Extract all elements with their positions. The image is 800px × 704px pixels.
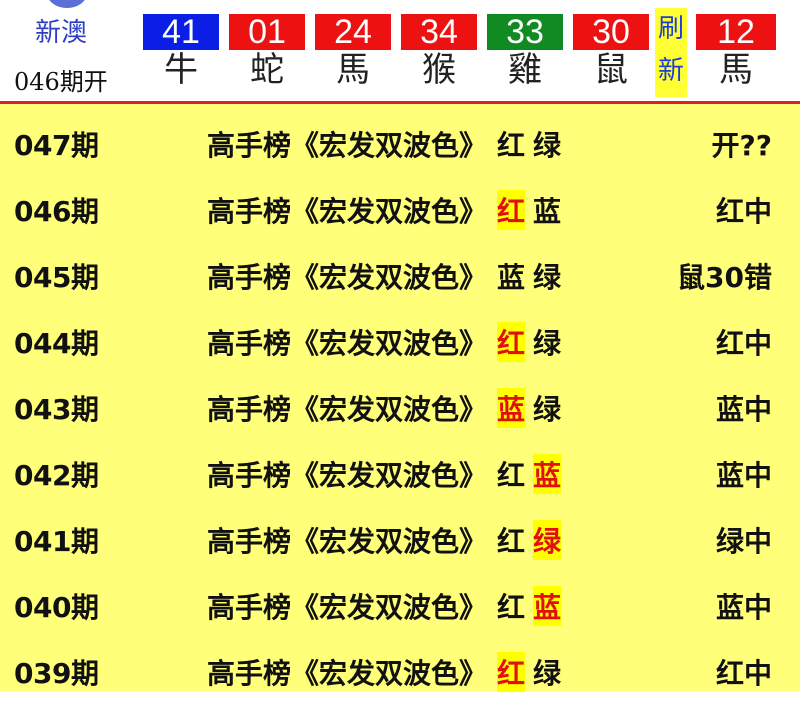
zodiac-2: 蛇 bbox=[250, 50, 284, 90]
pick-1-hit: 红 bbox=[497, 322, 526, 362]
pick-2-hit: 蓝 bbox=[533, 586, 562, 626]
prediction-list: 047期 高手榜《宏发双波色》 红 绿 开?? 046期 高手榜《宏发双波色》 … bbox=[0, 104, 800, 692]
ball-5: 33 bbox=[487, 14, 563, 50]
list-item: 047期 高手榜《宏发双波色》 红 绿 开?? bbox=[0, 110, 800, 176]
zodiac-special: 馬 bbox=[719, 50, 753, 90]
pick-1-hit: 红 bbox=[497, 190, 526, 230]
prediction-label: 高手榜《宏发双波色》 bbox=[207, 393, 488, 426]
pick-2-hit: 绿 bbox=[533, 520, 562, 560]
result: 红中 bbox=[715, 327, 772, 360]
list-item: 040期 高手榜《宏发双波色》 红 蓝 蓝中 bbox=[0, 572, 800, 638]
pick-2: 绿 bbox=[533, 261, 562, 294]
list-item: 044期 高手榜《宏发双波色》 红 绿 红中 bbox=[0, 308, 800, 374]
prediction-label: 高手榜《宏发双波色》 bbox=[207, 327, 488, 360]
pick-1: 蓝 bbox=[497, 261, 526, 294]
zodiac-1: 牛 bbox=[164, 50, 198, 90]
list-item: 042期 高手榜《宏发双波色》 红 蓝 蓝中 bbox=[0, 440, 800, 506]
zodiac-5: 雞 bbox=[508, 50, 542, 90]
zodiac-6: 鼠 bbox=[594, 50, 628, 90]
list-item: 045期 高手榜《宏发双波色》 蓝 绿 鼠30错 bbox=[0, 242, 800, 308]
pick-2: 绿 bbox=[533, 657, 562, 690]
ball-special: 12 bbox=[696, 14, 776, 50]
pick-2: 绿 bbox=[533, 129, 562, 162]
prediction-label: 高手榜《宏发双波色》 bbox=[207, 195, 488, 228]
period: 042期 bbox=[14, 459, 99, 492]
result: 蓝中 bbox=[715, 591, 772, 624]
pick-1-hit: 红 bbox=[497, 652, 526, 692]
zodiac-3: 馬 bbox=[336, 50, 370, 90]
ball-3: 24 bbox=[315, 14, 391, 50]
issue-label: 046期开 bbox=[14, 68, 108, 96]
result: 绿中 bbox=[715, 525, 772, 558]
result: 红中 bbox=[715, 195, 772, 228]
prediction-label: 高手榜《宏发双波色》 bbox=[207, 525, 488, 558]
period: 041期 bbox=[14, 525, 99, 558]
refresh-label-top: 刷 bbox=[657, 14, 684, 44]
ball-6: 30 bbox=[573, 14, 649, 50]
list-item: 046期 高手榜《宏发双波色》 红 蓝 红中 bbox=[0, 176, 800, 242]
period: 047期 bbox=[14, 129, 99, 162]
pick-2: 蓝 bbox=[533, 195, 562, 228]
refresh-button[interactable]: 刷 新 bbox=[655, 8, 687, 97]
zodiac-4: 猴 bbox=[422, 50, 456, 90]
result: 开?? bbox=[711, 129, 773, 162]
list-item: 039期 高手榜《宏发双波色》 红 绿 红中 bbox=[0, 638, 800, 704]
prediction-label: 高手榜《宏发双波色》 bbox=[207, 459, 488, 492]
result: 蓝中 bbox=[715, 459, 772, 492]
result: 鼠30错 bbox=[677, 261, 772, 294]
pick-1: 红 bbox=[497, 129, 526, 162]
prediction-label: 高手榜《宏发双波色》 bbox=[207, 591, 488, 624]
prediction-label: 高手榜《宏发双波色》 bbox=[207, 657, 488, 690]
period: 043期 bbox=[14, 393, 99, 426]
logo-icon bbox=[47, 0, 87, 8]
prediction-label: 高手榜《宏发双波色》 bbox=[207, 261, 488, 294]
result: 红中 bbox=[715, 657, 772, 690]
pick-1-hit: 蓝 bbox=[497, 388, 526, 428]
period: 044期 bbox=[14, 327, 99, 360]
ball-4: 34 bbox=[401, 14, 477, 50]
period: 040期 bbox=[14, 591, 99, 624]
list-item: 043期 高手榜《宏发双波色》 蓝 绿 蓝中 bbox=[0, 374, 800, 440]
pick-1: 红 bbox=[497, 591, 526, 624]
period: 039期 bbox=[14, 657, 99, 690]
pick-1: 红 bbox=[497, 525, 526, 558]
pick-2-hit: 蓝 bbox=[533, 454, 562, 494]
period: 045期 bbox=[14, 261, 99, 294]
lottery-title: 新澳 bbox=[35, 18, 88, 48]
ball-1: 41 bbox=[143, 14, 219, 50]
pick-2: 绿 bbox=[533, 393, 562, 426]
prediction-label: 高手榜《宏发双波色》 bbox=[207, 129, 488, 162]
refresh-label-bottom: 新 bbox=[657, 56, 684, 86]
result: 蓝中 bbox=[715, 393, 772, 426]
period: 046期 bbox=[14, 195, 99, 228]
pick-1: 红 bbox=[497, 459, 526, 492]
pick-2: 绿 bbox=[533, 327, 562, 360]
ball-2: 01 bbox=[229, 14, 305, 50]
draw-header: 新澳 046期开 41 牛 01 蛇 24 馬 34 猴 33 雞 30 鼠 刷… bbox=[0, 0, 800, 101]
list-item: 041期 高手榜《宏发双波色》 红 绿 绿中 bbox=[0, 506, 800, 572]
